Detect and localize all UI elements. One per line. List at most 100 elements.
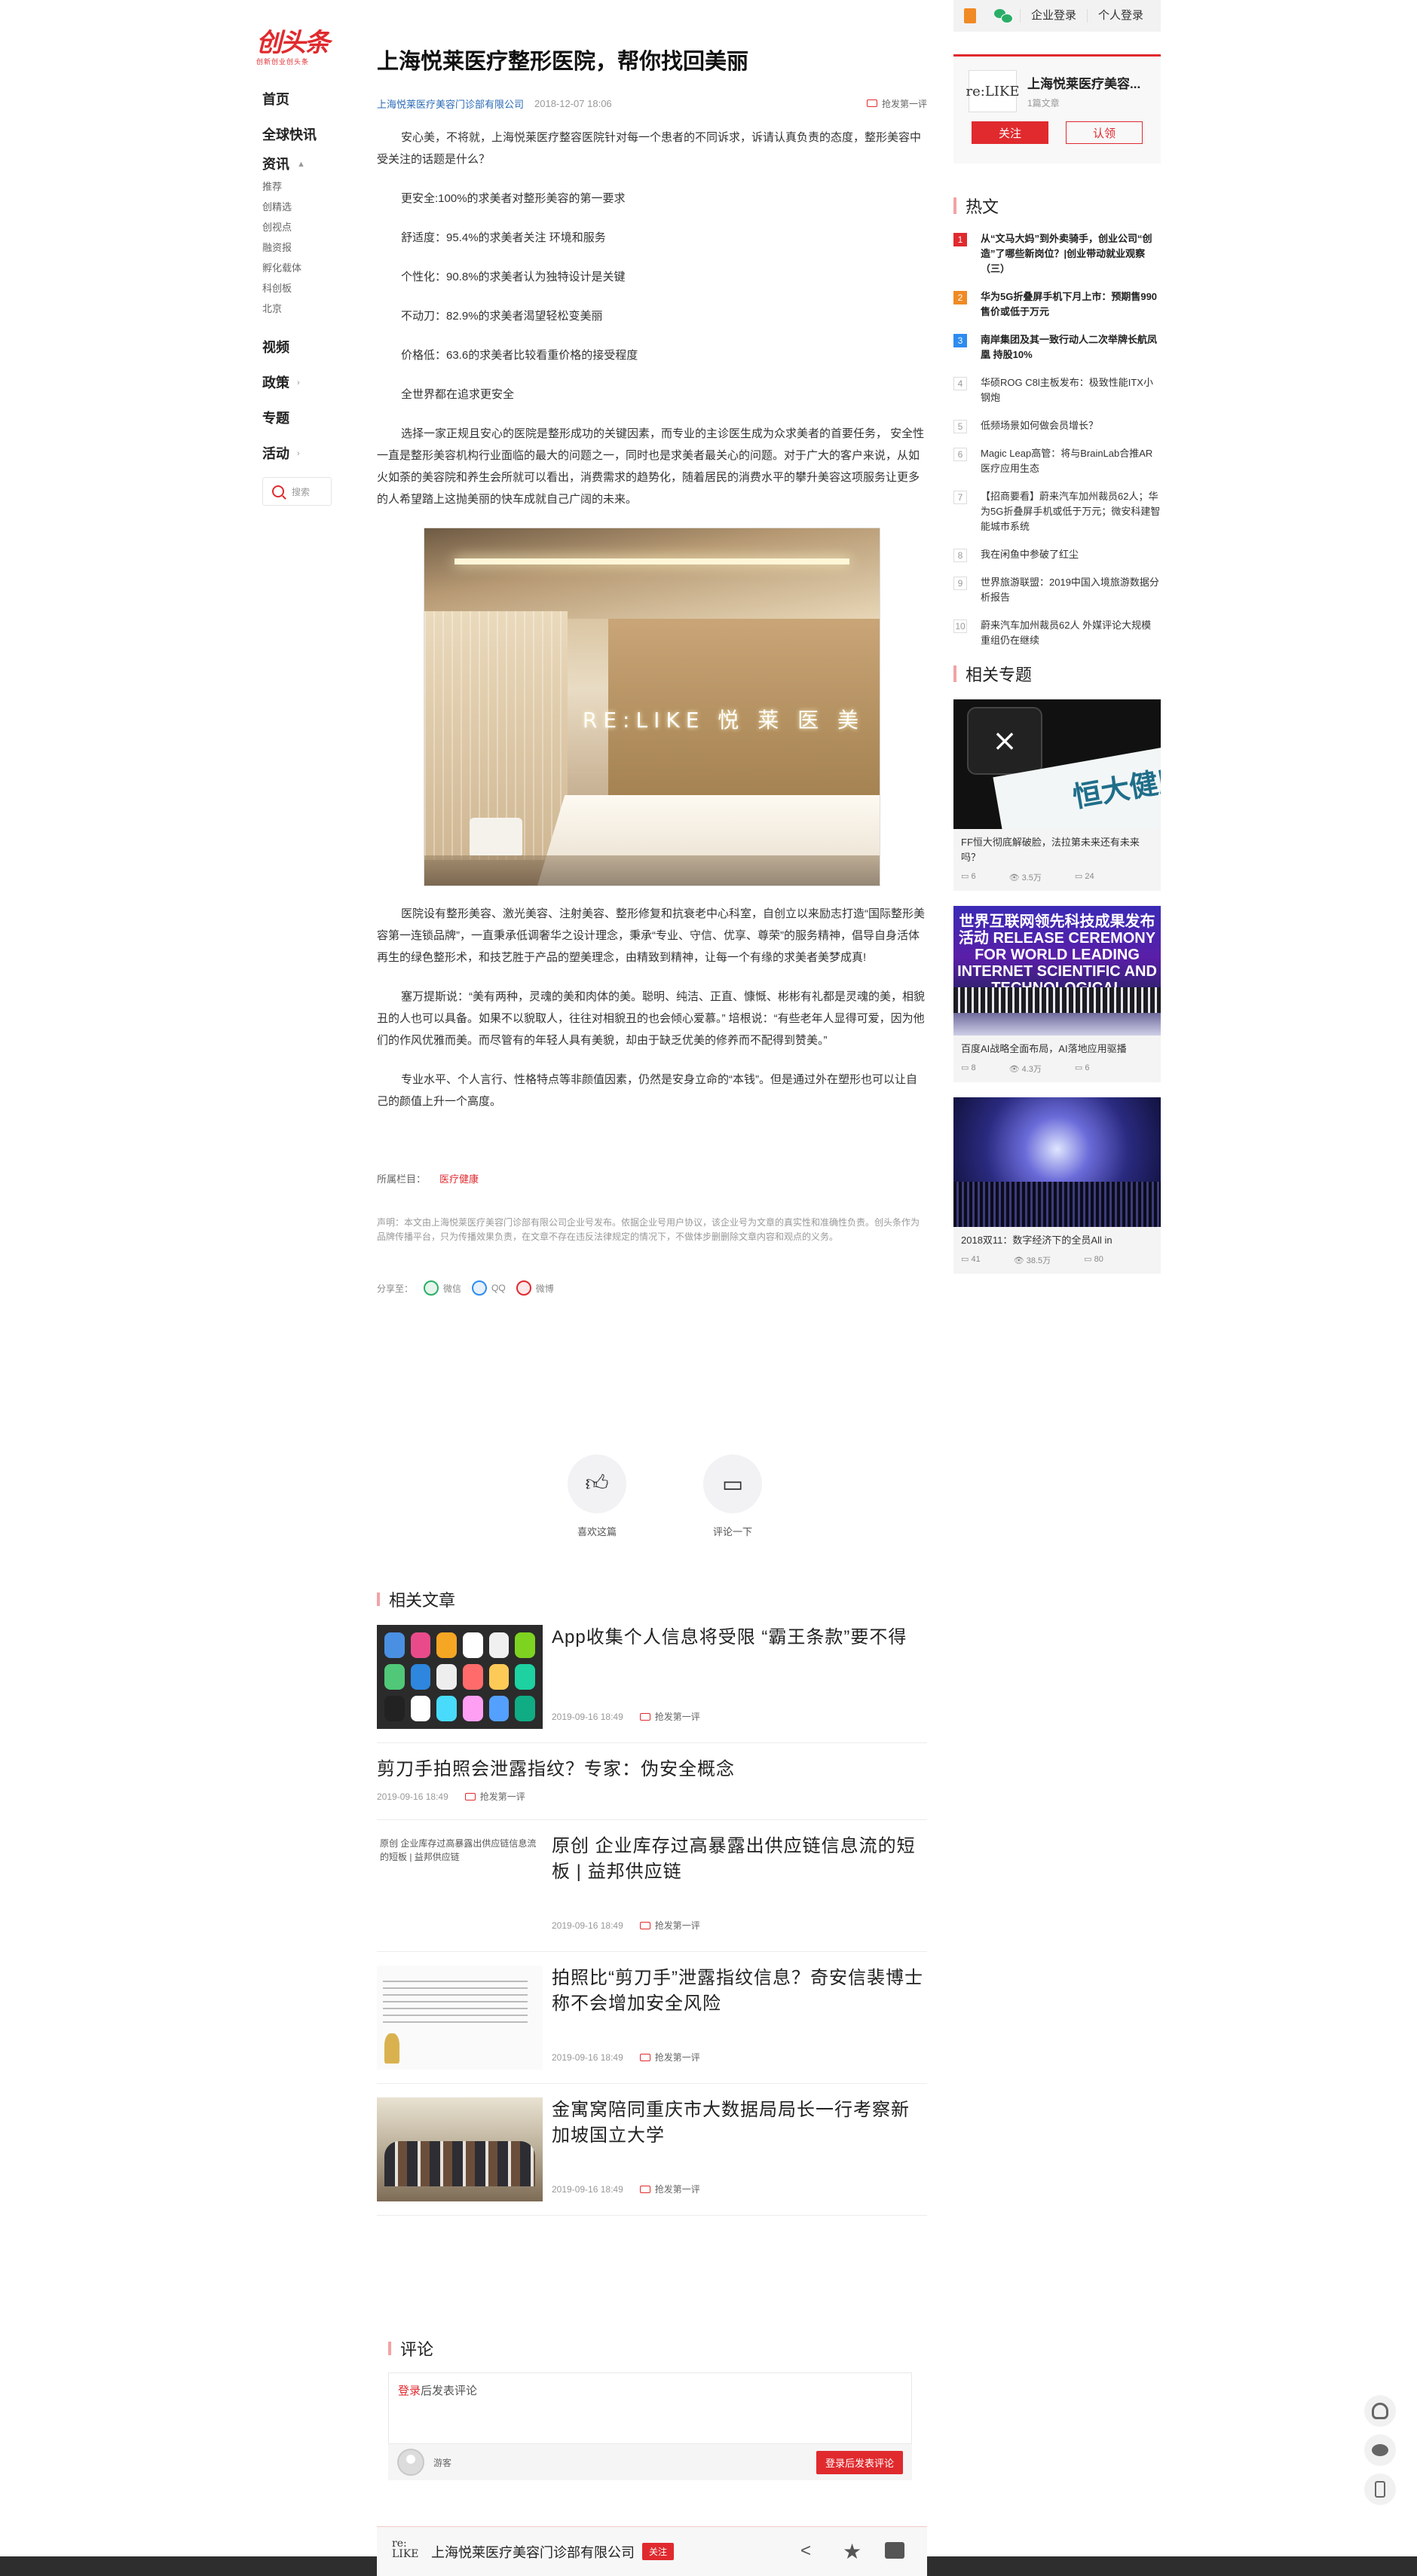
hot-item[interactable]: 9 世界旅游联盟：2019中国入境旅游数据分析报告 bbox=[953, 575, 1161, 605]
hot-item[interactable]: 10 蔚来汽车加州裁员62人 外媒评论大规模重组仍在继续 bbox=[953, 618, 1161, 648]
related-thumbnail bbox=[377, 1625, 543, 1729]
topic-comments: ▭ 8 bbox=[961, 1063, 976, 1072]
nav-sub-item[interactable]: 推荐 bbox=[262, 176, 332, 197]
hot-item[interactable]: 3 南岸集团及其一致行动人二次举牌长航凤凰 持股10% bbox=[953, 332, 1161, 363]
related-item-date: 2019-09-16 18:49 bbox=[552, 1711, 623, 1722]
nav-flash[interactable]: 全球快讯 bbox=[262, 117, 332, 152]
nav-sub-item[interactable]: 创视点 bbox=[262, 217, 332, 237]
nav-sub-item[interactable]: 科创板 bbox=[262, 278, 332, 298]
nav-home[interactable]: 首页 bbox=[262, 81, 332, 117]
first-comment-link[interactable]: 抢发第一评 bbox=[639, 1919, 700, 1932]
share-row: 分享至： 微信 QQ 微博 bbox=[377, 1280, 927, 1296]
share-weibo-button[interactable]: 微博 bbox=[516, 1280, 554, 1296]
nav-sub-item[interactable]: 融资报 bbox=[262, 237, 332, 258]
hot-item-title: 世界旅游联盟：2019中国入境旅游数据分析报告 bbox=[981, 577, 1159, 603]
comment-icon bbox=[464, 1792, 476, 1800]
hot-item[interactable]: 4 华硕ROG C8l主板发布：极致性能ITX小钢炮 bbox=[953, 375, 1161, 405]
hot-title: 热文 bbox=[953, 194, 1161, 218]
comment-input[interactable]: 登录后发表评论 bbox=[388, 2373, 912, 2444]
rank-badge: 3 bbox=[953, 334, 967, 347]
topic-card[interactable]: 2018双11：数字经济下的全员All in ▭ 41 👁︎ 38.5万 ▭ 8… bbox=[953, 1097, 1161, 1274]
star-icon[interactable] bbox=[840, 2539, 867, 2564]
topic-views: 👁︎ 4.3万 bbox=[1008, 1065, 1042, 1074]
claim-button[interactable]: 认领 bbox=[1066, 121, 1143, 144]
company-logo[interactable]: re:LIKE bbox=[966, 70, 1020, 112]
follow-button[interactable]: 关注 bbox=[972, 121, 1048, 144]
company-name[interactable]: 上海悦莱医疗美容门诊部有限公司 bbox=[431, 2542, 635, 2562]
first-comment-link[interactable]: 抢发第一评 bbox=[866, 97, 927, 110]
related-item[interactable]: 金寓窝陪同重庆市大数据局局长一行考察新加坡国立大学 2019-09-16 18:… bbox=[377, 2084, 927, 2216]
share-wechat-button[interactable]: 微信 bbox=[424, 1280, 461, 1296]
comment-icon bbox=[866, 99, 877, 107]
first-comment-link[interactable]: 抢发第一评 bbox=[639, 1710, 700, 1723]
customer-service-button[interactable] bbox=[1364, 2395, 1396, 2427]
wechat-icon bbox=[1372, 2444, 1388, 2456]
first-comment-link[interactable]: 抢发第一评 bbox=[639, 2183, 700, 2195]
column-tag-link[interactable]: 医疗健康 bbox=[439, 1173, 479, 1185]
mobile-button[interactable] bbox=[1364, 2474, 1396, 2505]
nav-event[interactable]: 活动 › bbox=[262, 436, 332, 471]
topic-card[interactable]: 世界互联网领先科技成果发布活动 RELEASE CEREMONY FOR WOR… bbox=[953, 906, 1161, 1082]
comment-label: 评论一下 bbox=[712, 1526, 752, 1537]
nav-sub-item[interactable]: 创精选 bbox=[262, 197, 332, 217]
comment-placeholder: 后发表评论 bbox=[421, 2385, 478, 2397]
first-comment-label: 抢发第一评 bbox=[654, 1920, 700, 1931]
hot-item-title: 华为5G折叠屏手机下月上市：预期售990 售价或低于万元 bbox=[981, 291, 1158, 317]
nav-news[interactable]: 资讯 ▲ bbox=[262, 152, 332, 176]
hot-item-title: 华硕ROG C8l主板发布：极致性能ITX小钢炮 bbox=[981, 377, 1153, 403]
wechat-button[interactable] bbox=[1364, 2434, 1396, 2466]
search-button[interactable]: 搜索 bbox=[262, 477, 332, 506]
like-button[interactable]: 👍︎ 喜欢这篇 bbox=[563, 1455, 631, 1538]
author-card: re:LIKE 上海悦莱医疗美容... 1篇文章 关注 认领 bbox=[953, 54, 1161, 164]
paragraph: 全世界都在追求更安全 bbox=[401, 388, 515, 401]
topic-card[interactable]: ⨯ 恒大健康 FF恒大彻底解破脸，法拉第未来还有未来吗？ ▭ 6 👁︎ 3.5万… bbox=[953, 699, 1161, 891]
topic-likes: ▭ 80 bbox=[1084, 1255, 1103, 1264]
comment-icon[interactable] bbox=[885, 2541, 912, 2563]
first-comment-link[interactable]: 抢发第一评 bbox=[464, 1790, 525, 1803]
enterprise-login-link[interactable]: 企业登录 bbox=[1020, 9, 1087, 23]
app-download-icon[interactable] bbox=[953, 0, 987, 32]
rank-badge: 9 bbox=[953, 577, 967, 590]
article-author-link[interactable]: 上海悦莱医疗美容门诊部有限公司 bbox=[377, 96, 524, 111]
nav-topic[interactable]: 专题 bbox=[262, 400, 332, 436]
hot-item[interactable]: 7 【招商要看】蔚来汽车加州裁员62人；华为5G折叠屏手机或低于万元；微安科建智能… bbox=[953, 489, 1161, 534]
share-label: 分享至： bbox=[377, 1283, 414, 1294]
comment-button[interactable]: ▭ 评论一下 bbox=[699, 1455, 767, 1538]
wechat-icon[interactable] bbox=[987, 0, 1020, 32]
first-comment-label: 抢发第一评 bbox=[479, 1791, 525, 1802]
rank-badge: 10 bbox=[953, 620, 967, 633]
share-icon[interactable] bbox=[794, 2541, 822, 2563]
hot-item-title: 【招商要看】蔚来汽车加州裁员62人；华为5G折叠屏手机或低于万元；微安科建智能城… bbox=[981, 491, 1161, 532]
related-item[interactable]: 剪刀手拍照会泄露指纹？专家：伪安全概念 2019-09-16 18:49 抢发第一… bbox=[377, 1743, 927, 1820]
related-item[interactable]: 原创 企业库存过高暴露出供应链信息流的短板 | 益邦供应链 原创 企业库存过高暴… bbox=[377, 1820, 927, 1952]
first-comment-link[interactable]: 抢发第一评 bbox=[639, 2051, 700, 2064]
login-link[interactable]: 登录 bbox=[398, 2385, 421, 2397]
author-name[interactable]: 上海悦莱医疗美容... bbox=[1027, 73, 1140, 92]
hot-item[interactable]: 1 从“文马大妈”到外卖骑手，创业公司“创造”了哪些新岗位？|创业带动就业观察（三… bbox=[953, 231, 1161, 277]
article-meta: 上海悦莱医疗美容门诊部有限公司 2018-12-07 18:06 抢发第一评 bbox=[377, 93, 927, 113]
nav-sub-item[interactable]: 北京 bbox=[262, 298, 332, 319]
follow-button[interactable]: 关注 bbox=[642, 2543, 675, 2560]
hot-item-title: 我在闲鱼中参破了红尘 bbox=[981, 549, 1079, 560]
nav-policy[interactable]: 政策 › bbox=[262, 365, 332, 400]
article-body: 安心美，不将就，上海悦莱医疗整容医院针对每一个患者的不同诉求，诉请认真负责的态度… bbox=[377, 127, 927, 1112]
logo-slogan: 创新创业创头条 bbox=[256, 58, 310, 66]
rank-badge: 4 bbox=[953, 377, 967, 390]
first-comment-label: 抢发第一评 bbox=[654, 1712, 700, 1722]
site-logo[interactable]: 创头条 创新创业创头条 bbox=[256, 29, 332, 68]
topic-comments: ▭ 41 bbox=[961, 1255, 981, 1264]
related-item[interactable]: App收集个人信息将受限 “霸王条款”要不得 2019-09-16 18:49 抢… bbox=[377, 1611, 927, 1743]
hot-item[interactable]: 6 Magic Leap高管：将与BrainLab合推AR医疗应用生态 bbox=[953, 446, 1161, 476]
related-item-date: 2019-09-16 18:49 bbox=[552, 2183, 623, 2195]
hot-item[interactable]: 5 低频场景如何做会员增长？ bbox=[953, 418, 1161, 433]
related-item[interactable]: 拍照比“剪刀手”泄露指纹信息？奇安信裴博士称不会增加安全风险 2019-09-1… bbox=[377, 1952, 927, 2084]
login-comment-button[interactable]: 登录后发表评论 bbox=[816, 2450, 903, 2474]
hot-item[interactable]: 2 华为5G折叠屏手机下月上市：预期售990 售价或低于万元 bbox=[953, 289, 1161, 320]
nav-video[interactable]: 视频 bbox=[262, 329, 332, 365]
personal-login-link[interactable]: 个人登录 bbox=[1087, 9, 1154, 23]
nav-sub-item[interactable]: 孵化载体 bbox=[262, 258, 332, 278]
share-qq-button[interactable]: QQ bbox=[472, 1280, 506, 1296]
bottom-company-bar: re: LIKE 上海悦莱医疗美容门诊部有限公司 关注 bbox=[377, 2526, 927, 2576]
topic-likes: ▭ 6 bbox=[1074, 1063, 1090, 1072]
hot-item[interactable]: 8 我在闲鱼中参破了红尘 bbox=[953, 547, 1161, 562]
